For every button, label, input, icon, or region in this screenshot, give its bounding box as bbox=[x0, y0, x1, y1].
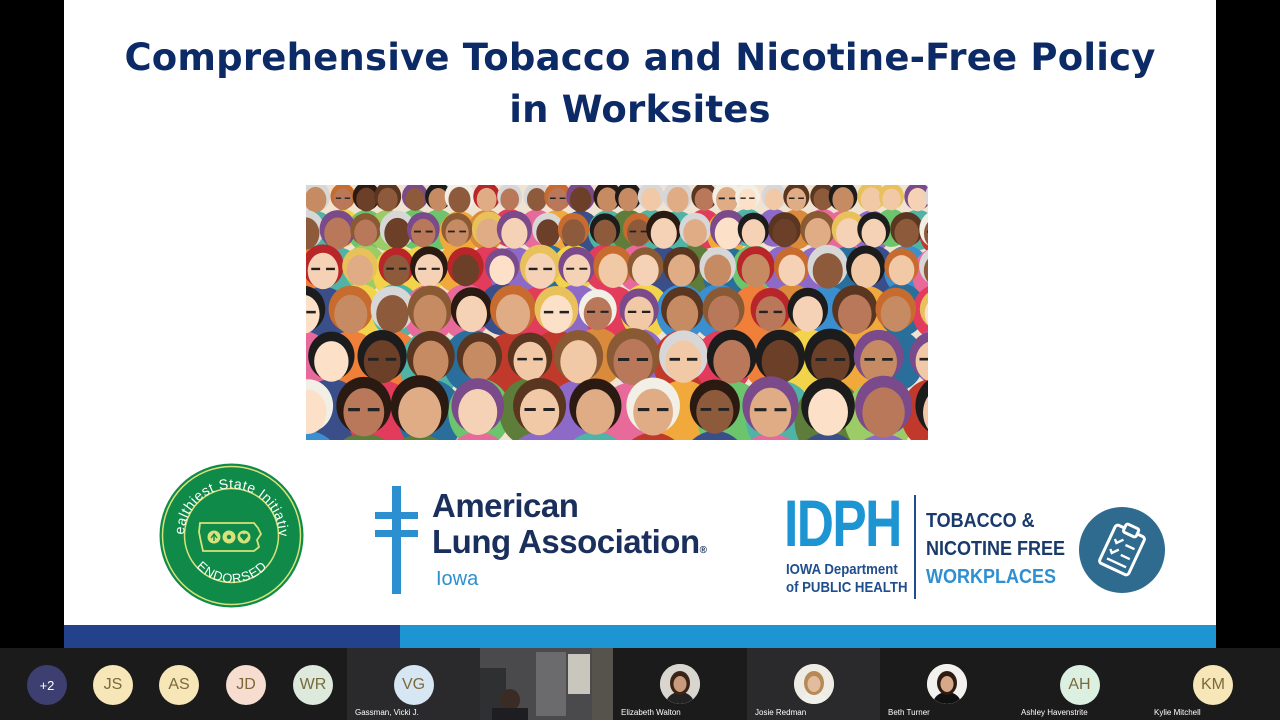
idph-acronym: IDPH bbox=[784, 486, 902, 560]
slide-title-line-2: in Worksites bbox=[509, 88, 771, 131]
crowd-illustration bbox=[306, 185, 928, 440]
participant-name: Beth Turner bbox=[888, 708, 930, 717]
slide-title: Comprehensive Tobacco and Nicotine-Free … bbox=[64, 32, 1216, 136]
participant-photo bbox=[793, 664, 834, 704]
idph-divider bbox=[914, 495, 916, 599]
lorraine-cross-icon bbox=[375, 486, 418, 594]
participant-photo bbox=[660, 664, 700, 704]
participant-name: Kylie Mitchell bbox=[1154, 708, 1201, 717]
avatar: KM bbox=[1193, 665, 1233, 705]
participant-name: Josie Redman bbox=[755, 708, 807, 717]
participant-tile-vg[interactable]: VG Gassman, Vicki J. bbox=[347, 648, 480, 720]
footer-bar-dark bbox=[64, 625, 400, 648]
footer-bar-light bbox=[400, 625, 1216, 648]
american-lung-association-logo: American Lung Association® Iowa bbox=[372, 486, 732, 596]
ala-line-1: American bbox=[432, 487, 579, 524]
participant-photo bbox=[926, 664, 967, 704]
idph-logo: IDPH IOWA Department of PUBLIC HEALTH TO… bbox=[784, 490, 1184, 602]
participant-name: Gassman, Vicki J. bbox=[355, 708, 419, 717]
participant-name: Elizabeth Walton bbox=[621, 708, 681, 717]
participant-tile-km[interactable]: KM Kylie Mitchell bbox=[1146, 648, 1280, 720]
participant-video-tile[interactable] bbox=[480, 648, 613, 720]
idph-subtitle: IOWA Department of PUBLIC HEALTH bbox=[786, 561, 908, 596]
presentation-slide: Comprehensive Tobacco and Nicotine-Free … bbox=[64, 0, 1216, 648]
avatar: AH bbox=[1059, 665, 1100, 705]
avatar: VG bbox=[393, 665, 434, 705]
participant-tile-ah[interactable]: AH Ashley Havenstrite bbox=[1013, 648, 1146, 720]
program-name: TOBACCO & NICOTINE FREE WORKPLACES bbox=[926, 510, 1066, 588]
slide-title-line-1: Comprehensive Tobacco and Nicotine-Free … bbox=[124, 36, 1156, 79]
clipboard-icon bbox=[1079, 507, 1165, 593]
participant-tile-josie[interactable]: Josie Redman bbox=[747, 648, 880, 720]
participant-strip: +2 JS AS JD WR VG Gassman, Vicki J. Eliz… bbox=[0, 648, 1280, 720]
avatar: WR bbox=[293, 665, 333, 705]
participant-tile-beth[interactable]: Beth Turner bbox=[880, 648, 1013, 720]
ala-line-2: Lung Association® bbox=[432, 523, 707, 560]
participant-name: Ashley Havenstrite bbox=[1021, 708, 1088, 717]
healthiest-state-seal: Healthiest State Initiative ENDORSED bbox=[158, 462, 304, 608]
webcam-video bbox=[480, 648, 613, 720]
ala-region: Iowa bbox=[436, 568, 479, 590]
participant-tile-elizabeth[interactable]: Elizabeth Walton bbox=[613, 648, 747, 720]
